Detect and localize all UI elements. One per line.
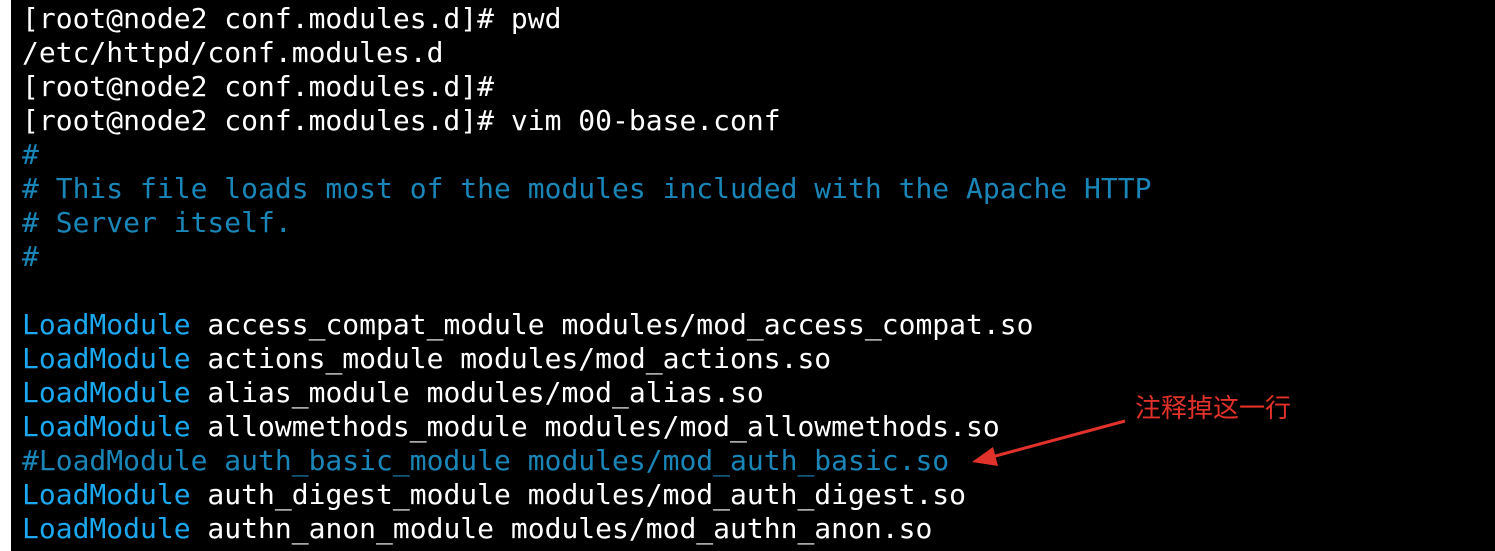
line-text: [root@node2 conf.modules.d]# vim 00-base… [22, 104, 781, 137]
terminal-line: [root@node2 conf.modules.d]# vim 00-base… [22, 104, 1151, 138]
keyword-token: LoadModule [22, 512, 191, 545]
keyword-token: LoadModule [22, 342, 191, 375]
comment-text: #LoadModule auth_basic_module modules/mo… [22, 444, 950, 477]
keyword-token: LoadModule [22, 478, 191, 511]
comment-text: # [22, 240, 39, 273]
terminal-line: # Server itself. [22, 206, 1151, 240]
terminal-line: [root@node2 conf.modules.d]# [22, 70, 1151, 104]
terminal-output: [root@node2 conf.modules.d]# pwd/etc/htt… [22, 2, 1151, 546]
comment-text: # Server itself. [22, 206, 292, 239]
line-text: /etc/httpd/conf.modules.d [22, 36, 444, 69]
terminal-line: LoadModule actions_module modules/mod_ac… [22, 342, 1151, 376]
line-text: alias_module modules/mod_alias.so [190, 376, 764, 409]
line-text: [root@node2 conf.modules.d]# pwd [22, 2, 562, 35]
terminal-line: LoadModule allowmethods_module modules/m… [22, 410, 1151, 444]
terminal-window[interactable]: [root@node2 conf.modules.d]# pwd/etc/htt… [11, 0, 1495, 551]
comment-text: # This file loads most of the modules in… [22, 172, 1152, 205]
line-text: authn_anon_module modules/mod_authn_anon… [190, 512, 933, 545]
terminal-line: LoadModule authn_anon_module modules/mod… [22, 512, 1151, 546]
line-text: actions_module modules/mod_actions.so [190, 342, 832, 375]
terminal-line: # This file loads most of the modules in… [22, 172, 1151, 206]
line-text: allowmethods_module modules/mod_allowmet… [190, 410, 1000, 443]
terminal-line: LoadModule alias_module modules/mod_alia… [22, 376, 1151, 410]
line-text: [root@node2 conf.modules.d]# [22, 70, 495, 103]
terminal-line: # [22, 138, 1151, 172]
terminal-line: # [22, 240, 1151, 274]
annotation-label: 注释掉这一行 [1135, 394, 1292, 424]
terminal-line: LoadModule auth_digest_module modules/mo… [22, 478, 1151, 512]
line-text: access_compat_module modules/mod_access_… [190, 308, 1034, 341]
comment-text: # [22, 138, 39, 171]
terminal-line: #LoadModule auth_basic_module modules/mo… [22, 444, 1151, 478]
keyword-token: LoadModule [22, 308, 191, 341]
terminal-line: [root@node2 conf.modules.d]# pwd [22, 2, 1151, 36]
keyword-token: LoadModule [22, 410, 191, 443]
terminal-line: LoadModule access_compat_module modules/… [22, 308, 1151, 342]
keyword-token: LoadModule [22, 376, 191, 409]
line-text: auth_digest_module modules/mod_auth_dige… [190, 478, 967, 511]
terminal-line: /etc/httpd/conf.modules.d [22, 36, 1151, 70]
